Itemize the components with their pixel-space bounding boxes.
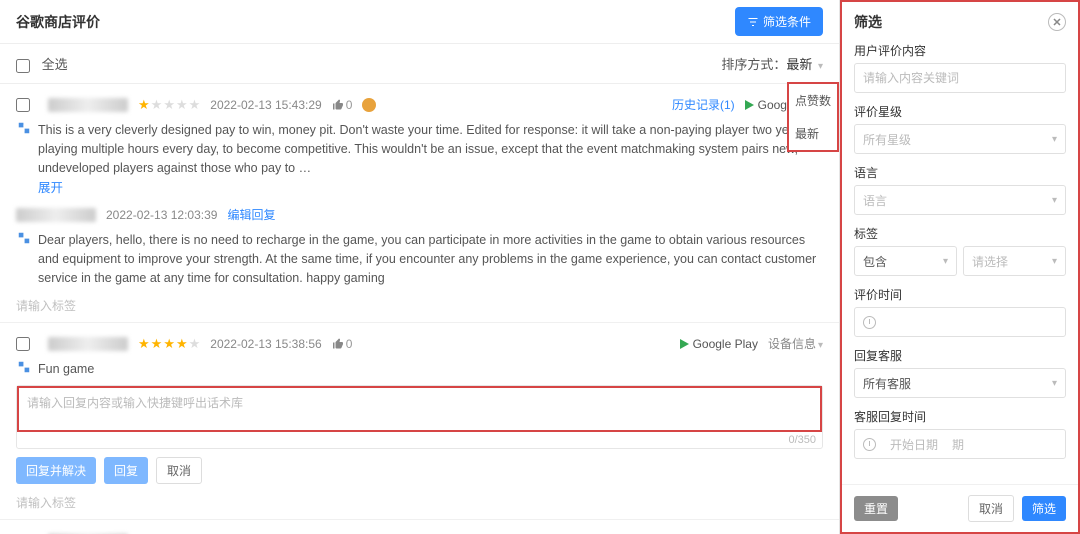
- chevron-down-icon: ▾: [1052, 195, 1057, 206]
- review-time: 2022-02-13 15:43:29: [210, 98, 321, 112]
- reset-button[interactable]: 重置: [854, 496, 898, 521]
- apply-filter-button[interactable]: 筛选: [1022, 496, 1066, 521]
- filter-content-input[interactable]: [854, 63, 1066, 93]
- row-checkbox[interactable]: [16, 337, 30, 351]
- clock-icon: [863, 316, 876, 329]
- like-count: 0: [332, 98, 353, 112]
- select-all[interactable]: 全选: [16, 54, 68, 73]
- tag-input[interactable]: 请输入标签: [16, 297, 823, 314]
- review-body: This is a very cleverly designed pay to …: [38, 123, 810, 175]
- device-info-toggle[interactable]: 设备信息▾: [768, 335, 823, 352]
- reviewer-name: [48, 337, 128, 351]
- sort-option-likes[interactable]: 点赞数: [789, 84, 837, 117]
- close-icon[interactable]: ✕: [1048, 13, 1066, 31]
- review-item: ★★★★★ 2022-02-13 15:13:33 0 Google Play …: [0, 520, 839, 534]
- filter-lang-select[interactable]: 语言▾: [854, 185, 1066, 215]
- chevron-down-icon: ▾: [1052, 378, 1057, 389]
- row-checkbox[interactable]: [16, 98, 30, 112]
- chevron-down-icon: ▾: [818, 340, 823, 351]
- cancel-button[interactable]: 取消: [156, 457, 202, 484]
- filter-label-time: 评价时间: [854, 286, 1066, 303]
- reply-time: 2022-02-13 12:03:39: [106, 208, 217, 222]
- filter-tag-value-select[interactable]: 请选择▾: [963, 246, 1066, 276]
- filter-label-tags: 标签: [854, 225, 1066, 242]
- edit-reply-link[interactable]: 编辑回复: [227, 206, 275, 223]
- expand-link[interactable]: 展开: [38, 179, 823, 198]
- replier-name: [16, 208, 96, 222]
- filter-label-content: 用户评价内容: [854, 42, 1066, 59]
- reviewer-name: [48, 98, 128, 112]
- filter-reply-time[interactable]: 开始日期 期: [854, 429, 1066, 459]
- reply-body: Dear players, hello, there is no need to…: [38, 231, 823, 287]
- thumb-up-icon: [332, 338, 344, 350]
- rating-stars: ★★★★★: [138, 97, 200, 113]
- rating-stars: ★★★★★: [138, 336, 200, 352]
- chevron-down-icon: ▾: [818, 61, 823, 72]
- sort-dropdown: 点赞数 最新: [787, 82, 839, 152]
- reply-button[interactable]: 回复: [104, 457, 148, 484]
- source-google-play: Google Play: [680, 337, 758, 351]
- filter-stars-select[interactable]: 所有星级▾: [854, 124, 1066, 154]
- sort-trigger[interactable]: 排序方式：最新 ▾ 点赞数 最新: [721, 54, 823, 73]
- like-count: 0: [332, 337, 353, 351]
- filter-label-lang: 语言: [854, 164, 1066, 181]
- filter-label-stars: 评价星级: [854, 103, 1066, 120]
- translate-icon: [16, 121, 32, 135]
- char-counter: 0/350: [17, 432, 822, 448]
- review-item: ★★★★★ 2022-02-13 15:38:56 0 Google Play …: [0, 323, 839, 520]
- filter-icon: [747, 16, 759, 28]
- filter-tag-mode-select[interactable]: 包含▾: [854, 246, 957, 276]
- filter-panel: 筛选 ✕ 用户评价内容 评价星级 所有星级▾ 语言 语言▾ 标签 包含▾: [840, 0, 1080, 534]
- filter-agent-select[interactable]: 所有客服▾: [854, 368, 1066, 398]
- thumb-up-icon: [332, 99, 344, 111]
- filter-label-reply-time: 客服回复时间: [854, 408, 1066, 425]
- history-link[interactable]: 历史记录(1): [672, 96, 735, 113]
- panel-title: 筛选: [854, 12, 882, 32]
- select-all-checkbox[interactable]: [16, 59, 30, 73]
- review-item: ★★★★★ 2022-02-13 15:43:29 0 历史记录(1) Goog…: [0, 84, 839, 323]
- translate-icon: [16, 231, 32, 245]
- google-play-icon: [680, 339, 689, 349]
- google-play-icon: [745, 100, 754, 110]
- panel-cancel-button[interactable]: 取消: [968, 495, 1014, 522]
- chevron-down-icon: ▾: [1052, 134, 1057, 145]
- clock-icon: [863, 438, 876, 451]
- chevron-down-icon: ▾: [943, 256, 948, 267]
- sort-option-latest[interactable]: 最新: [789, 117, 837, 150]
- reply-textarea[interactable]: 请输入回复内容或输入快捷键呼出话术库: [17, 386, 822, 432]
- reply-resolve-button[interactable]: 回复并解决: [16, 457, 96, 484]
- page-title: 谷歌商店评价: [16, 12, 100, 32]
- filter-label-agent: 回复客服: [854, 347, 1066, 364]
- translate-icon: [16, 360, 32, 374]
- tag-input[interactable]: 请输入标签: [16, 494, 823, 511]
- review-body: Fun game: [38, 360, 94, 379]
- review-time: 2022-02-13 15:38:56: [210, 337, 321, 351]
- coin-icon: [362, 98, 376, 112]
- filter-review-time[interactable]: [854, 307, 1066, 337]
- open-filter-button[interactable]: 筛选条件: [735, 7, 823, 36]
- chevron-down-icon: ▾: [1052, 256, 1057, 267]
